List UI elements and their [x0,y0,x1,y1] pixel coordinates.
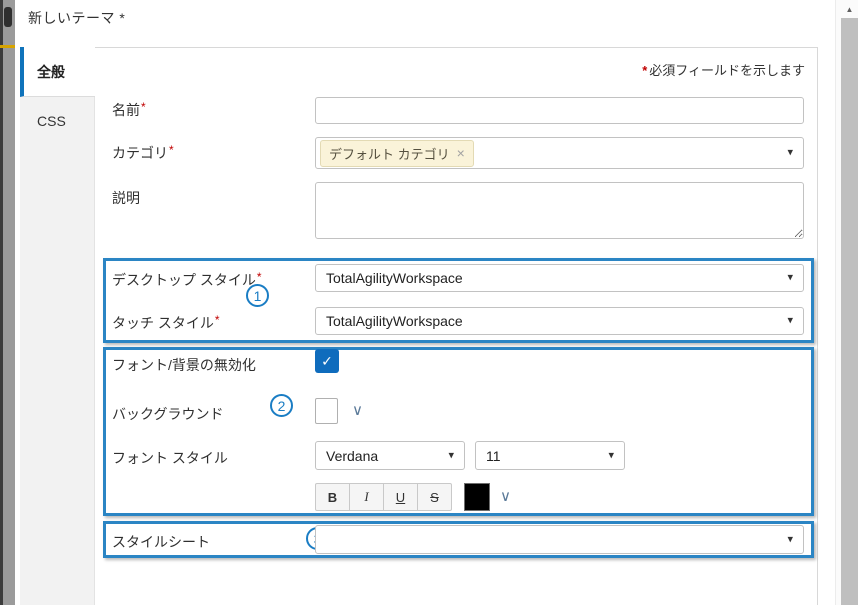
font-format-toolbar: B I U S [315,483,452,511]
annotation-circle-2: 2 [270,394,293,417]
desktop-style-required-asterisk: * [257,270,262,284]
touch-style-label: タッチ スタイル* [112,313,220,333]
new-theme-dialog: 新しいテーマ * 全般 CSS *必須フィールドを示します 名前* カテゴリ* … [0,0,858,605]
scrollbar-thumb[interactable] [841,18,858,605]
desktop-style-label: デスクトップ スタイル* [112,270,262,290]
name-input[interactable] [315,97,804,124]
name-label: 名前* [112,100,146,120]
dropdown-caret-icon[interactable]: ▾ [787,315,793,326]
category-tag-remove-icon[interactable]: × [457,145,465,161]
background-label: バックグラウンド [112,404,223,424]
background-page-strip [0,0,15,605]
background-page-edge [0,0,3,605]
background-page-glyph [4,7,12,27]
font-family-value: Verdana [316,448,378,464]
disable-font-bg-label: フォント/背景の無効化 [112,355,256,375]
category-label: カテゴリ* [112,143,174,163]
underline-button[interactable]: U [383,483,418,511]
required-asterisk: * [642,63,647,78]
stylesheet-label: スタイルシート [112,532,210,552]
font-family-select[interactable]: Verdana ▾ [315,441,465,470]
vertical-scrollbar[interactable]: ▲ [835,0,858,605]
scroll-up-icon[interactable]: ▲ [841,2,858,16]
description-label: 説明 [112,188,140,208]
tab-general[interactable]: 全般 [20,47,95,97]
dropdown-caret-icon[interactable]: ▾ [448,450,454,461]
dialog-title: 新しいテーマ * [28,8,125,28]
font-color-swatch[interactable] [464,483,490,511]
tab-css-label: CSS [37,113,66,129]
background-color-swatch[interactable] [315,398,338,424]
category-tag: デフォルト カテゴリ × [320,140,474,167]
tab-column [20,97,95,605]
font-size-select[interactable]: 11 ▾ [475,441,625,470]
strikethrough-button[interactable]: S [417,483,452,511]
touch-style-required-asterisk: * [215,313,220,327]
required-fields-note: *必須フィールドを示します [642,60,805,79]
required-note-text: 必須フィールドを示します [649,63,805,78]
stylesheet-select[interactable]: ▾ [315,525,804,554]
background-gold-line [0,45,15,48]
category-tag-label: デフォルト カテゴリ [329,144,450,163]
description-textarea[interactable] [315,182,804,239]
name-required-asterisk: * [141,100,146,114]
bold-button[interactable]: B [315,483,350,511]
dropdown-caret-icon[interactable]: ▾ [787,534,793,545]
desktop-style-select[interactable]: TotalAgilityWorkspace ▾ [315,264,804,292]
dropdown-caret-icon[interactable]: ▾ [787,272,793,283]
category-required-asterisk: * [169,143,174,157]
annotation-circle-1: 1 [246,284,269,307]
check-icon: ✓ [321,353,333,370]
touch-style-value: TotalAgilityWorkspace [316,313,463,329]
touch-style-select[interactable]: TotalAgilityWorkspace ▾ [315,307,804,335]
italic-button[interactable]: I [349,483,384,511]
desktop-style-value: TotalAgilityWorkspace [316,270,463,286]
font-style-label: フォント スタイル [112,448,228,468]
dropdown-caret-icon[interactable]: ▾ [787,147,793,158]
category-multiselect[interactable]: デフォルト カテゴリ × ▾ [315,137,804,169]
dialog-surface [15,0,835,605]
tab-css[interactable]: CSS [20,98,95,144]
tab-general-label: 全般 [37,62,65,82]
font-size-value: 11 [476,448,501,464]
dropdown-caret-icon[interactable]: ▾ [608,450,614,461]
font-color-chevron-down-icon[interactable]: ∨ [500,489,511,504]
background-chevron-down-icon[interactable]: ∨ [352,403,363,418]
disable-font-bg-checkbox[interactable]: ✓ [315,349,339,373]
